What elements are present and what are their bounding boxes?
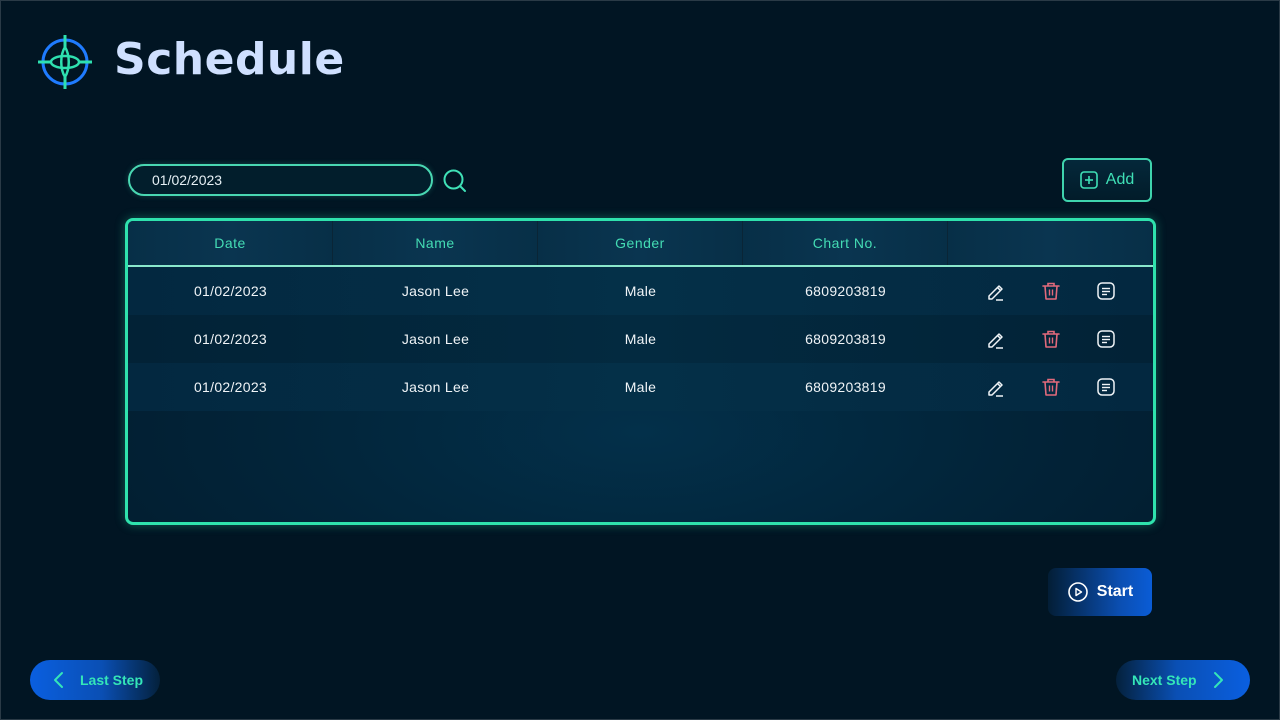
cell-chart-no: 6809203819 [805, 283, 886, 299]
cell-gender: Male [624, 331, 657, 347]
cell-gender: Male [624, 283, 657, 299]
cell-name: Jason Lee [401, 283, 470, 299]
add-button[interactable]: Add [1062, 158, 1152, 202]
cell-chart-no: 6809203819 [805, 379, 886, 395]
notes-icon[interactable] [1095, 280, 1117, 302]
add-button-label: Add [1105, 171, 1135, 188]
last-step-button[interactable]: Last Step [30, 660, 160, 700]
delete-icon[interactable] [1040, 376, 1062, 398]
search-icon[interactable] [442, 168, 468, 194]
row-actions [948, 315, 1153, 363]
column-header-date: Date [128, 221, 333, 265]
table-row[interactable]: 01/02/2023 Jason Lee Male 6809203819 [128, 363, 1153, 411]
search-input[interactable] [128, 164, 433, 196]
play-circle-icon [1067, 582, 1088, 602]
column-header-chart-no: Chart No. [743, 221, 948, 265]
table-row[interactable]: 01/02/2023 Jason Lee Male 6809203819 [128, 267, 1153, 315]
delete-icon[interactable] [1040, 280, 1062, 302]
page-title: Schedule [114, 34, 345, 85]
chevron-left-icon [54, 672, 63, 688]
notes-icon[interactable] [1095, 328, 1117, 350]
edit-icon[interactable] [985, 328, 1007, 350]
row-actions [948, 363, 1153, 411]
next-step-label: Next Step [1132, 672, 1197, 688]
plus-square-icon [1079, 171, 1098, 189]
column-header-gender: Gender [538, 221, 743, 265]
cell-name: Jason Lee [401, 379, 470, 395]
last-step-label: Last Step [80, 672, 144, 688]
cell-date: 01/02/2023 [193, 379, 268, 395]
cell-name: Jason Lee [401, 331, 470, 347]
edit-icon[interactable] [985, 280, 1007, 302]
chevron-right-icon [1213, 672, 1223, 688]
edit-icon[interactable] [985, 376, 1007, 398]
cell-chart-no: 6809203819 [805, 331, 886, 347]
notes-icon[interactable] [1095, 376, 1117, 398]
start-button-label: Start [1096, 583, 1134, 600]
table-header: Date Name Gender Chart No. [128, 221, 1153, 267]
table-row[interactable]: 01/02/2023 Jason Lee Male 6809203819 [128, 315, 1153, 363]
next-step-button[interactable]: Next Step [1116, 660, 1250, 700]
column-header-actions [948, 221, 1153, 265]
start-button[interactable]: Start [1048, 568, 1152, 616]
table-body: 01/02/2023 Jason Lee Male 6809203819 01/… [128, 267, 1153, 411]
delete-icon[interactable] [1040, 328, 1062, 350]
cell-date: 01/02/2023 [193, 331, 268, 347]
cell-date: 01/02/2023 [193, 283, 268, 299]
schedule-table: Date Name Gender Chart No. 01/02/2023 Ja… [125, 218, 1156, 525]
cell-gender: Male [624, 379, 657, 395]
column-header-name: Name [333, 221, 538, 265]
row-actions [948, 267, 1153, 315]
crosshair-compass-icon [38, 35, 92, 89]
